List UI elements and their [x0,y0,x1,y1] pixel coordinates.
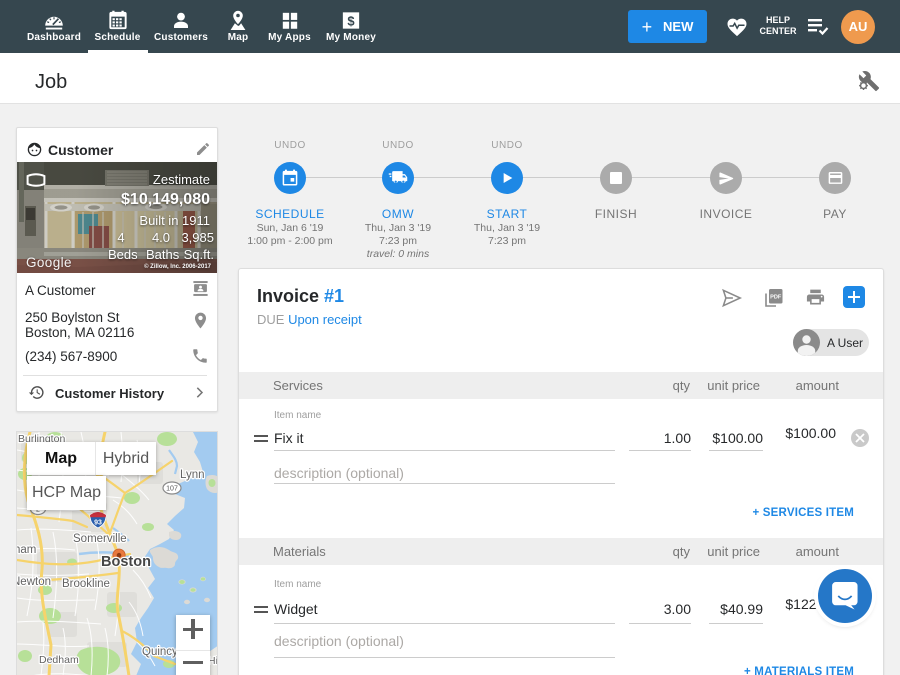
svg-text:Boston: Boston [101,554,151,570]
svg-text:ham: ham [17,544,36,556]
svg-text:PDF: PDF [770,295,782,301]
svg-text:93: 93 [94,520,102,527]
svg-text:Brookline: Brookline [62,578,110,590]
svg-text:Somerville: Somerville [73,533,127,545]
svg-text:Quincy: Quincy [142,646,178,658]
svg-text:Lynn: Lynn [180,469,205,481]
svg-text:$: $ [347,13,354,28]
svg-text:Newton: Newton [17,576,51,588]
svg-text:107: 107 [166,486,178,493]
svg-text:Dedham: Dedham [39,654,79,666]
